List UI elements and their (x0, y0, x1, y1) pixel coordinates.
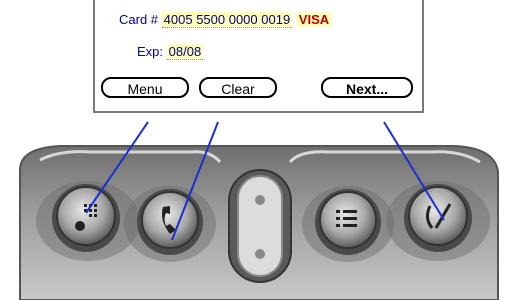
search-button[interactable] (404, 184, 472, 252)
scroll-down-dot (255, 249, 265, 259)
exp-label: Exp: (137, 44, 164, 59)
scroll-up-dot (255, 195, 265, 205)
card-number-field[interactable]: 4005 5500 0000 0019 (161, 12, 293, 28)
scroll-rocker[interactable] (228, 169, 292, 283)
menu-list-button[interactable] (315, 189, 381, 255)
calculator-button[interactable] (52, 184, 120, 252)
menu-list-icon (336, 210, 357, 227)
exp-row: Exp: 08/08 (137, 44, 204, 60)
clear-button[interactable]: Clear (199, 77, 277, 98)
card-number-label: Card # (119, 12, 159, 27)
exp-field[interactable]: 08/08 (166, 44, 204, 60)
palm-screen: Card # 4005 5500 0000 0019 VISA Exp: 08/… (93, 0, 424, 113)
menu-button[interactable]: Menu (101, 77, 189, 98)
card-row: Card # 4005 5500 0000 0019 VISA (119, 12, 333, 28)
next-button[interactable]: Next... (321, 77, 413, 98)
card-brand-badge: VISA (295, 12, 333, 27)
phone-button[interactable] (137, 189, 203, 255)
